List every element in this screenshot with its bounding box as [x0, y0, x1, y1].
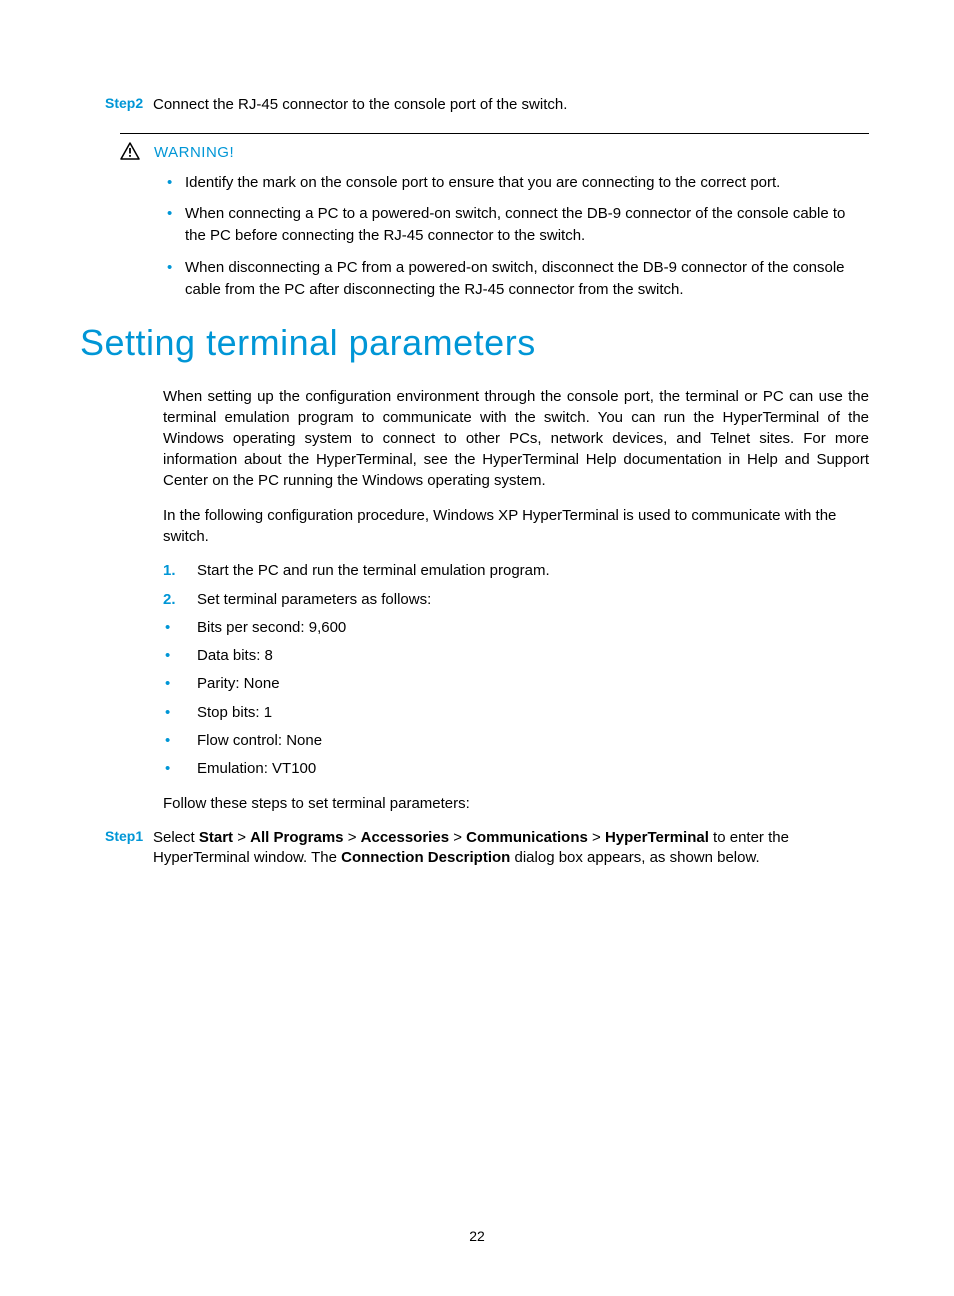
- list-item: 1. Start the PC and run the terminal emu…: [163, 561, 869, 581]
- list-text: Data bits: 8: [197, 646, 273, 666]
- step1-text: Select Start > All Programs > Accessorie…: [153, 828, 869, 867]
- warning-item: When disconnecting a PC from a powered-o…: [167, 257, 869, 301]
- list-item: • Flow control: None: [163, 731, 869, 751]
- list-item: • Data bits: 8: [163, 646, 869, 666]
- warning-triangle-icon: [120, 142, 140, 164]
- list-text: Flow control: None: [197, 731, 322, 751]
- section-para2: In the following configuration procedure…: [163, 505, 869, 547]
- step2-row: Step2 Connect the RJ-45 connector to the…: [105, 95, 869, 115]
- warning-item: When connecting a PC to a powered-on swi…: [167, 203, 869, 247]
- path-accessories: Accessories: [361, 829, 449, 846]
- path-sep: >: [233, 829, 250, 846]
- bullet-icon: •: [163, 618, 197, 638]
- path-sep: >: [344, 829, 361, 846]
- step2-text: Connect the RJ-45 connector to the conso…: [153, 95, 869, 115]
- bullet-icon: •: [163, 731, 197, 751]
- step2-label: Step2: [105, 95, 153, 111]
- list-text: Emulation: VT100: [197, 759, 316, 779]
- list-item: • Parity: None: [163, 674, 869, 694]
- warning-item: Identify the mark on the console port to…: [167, 172, 869, 194]
- list-number: 2.: [163, 590, 197, 610]
- bullet-icon: •: [163, 646, 197, 666]
- warning-list: Identify the mark on the console port to…: [167, 172, 869, 301]
- follow-steps-text: Follow these steps to set terminal param…: [163, 793, 869, 814]
- section-heading: Setting terminal parameters: [80, 322, 869, 364]
- bullet-icon: •: [163, 703, 197, 723]
- path-hyperterminal: HyperTerminal: [605, 829, 709, 846]
- step1-post: dialog box appears, as shown below.: [510, 849, 759, 866]
- bullet-icon: •: [163, 674, 197, 694]
- list-item: 2. Set terminal parameters as follows:: [163, 590, 869, 610]
- list-text: Parity: None: [197, 674, 280, 694]
- warning-box: WARNING! Identify the mark on the consol…: [125, 133, 869, 301]
- bullet-icon: •: [163, 759, 197, 779]
- step1-row: Step1 Select Start > All Programs > Acce…: [105, 828, 869, 867]
- page-number: 22: [0, 1228, 954, 1244]
- list-text: Set terminal parameters as follows:: [197, 590, 431, 610]
- list-item: • Stop bits: 1: [163, 703, 869, 723]
- list-text: Bits per second: 9,600: [197, 618, 346, 638]
- list-item: • Emulation: VT100: [163, 759, 869, 779]
- warning-title: WARNING!: [154, 144, 234, 161]
- path-allprograms: All Programs: [250, 829, 343, 846]
- path-sep: >: [449, 829, 466, 846]
- parameters-list: 1. Start the PC and run the terminal emu…: [163, 561, 869, 779]
- section-para1: When setting up the configuration enviro…: [163, 386, 869, 491]
- list-number: 1.: [163, 561, 197, 581]
- list-item: • Bits per second: 9,600: [163, 618, 869, 638]
- warning-header: WARNING!: [120, 133, 869, 172]
- step1-pre: Select: [153, 829, 199, 846]
- path-sep: >: [588, 829, 605, 846]
- connection-description-bold: Connection Description: [341, 849, 510, 866]
- path-start: Start: [199, 829, 233, 846]
- path-communications: Communications: [466, 829, 588, 846]
- list-text: Start the PC and run the terminal emulat…: [197, 561, 550, 581]
- step1-label: Step1: [105, 828, 153, 844]
- list-text: Stop bits: 1: [197, 703, 272, 723]
